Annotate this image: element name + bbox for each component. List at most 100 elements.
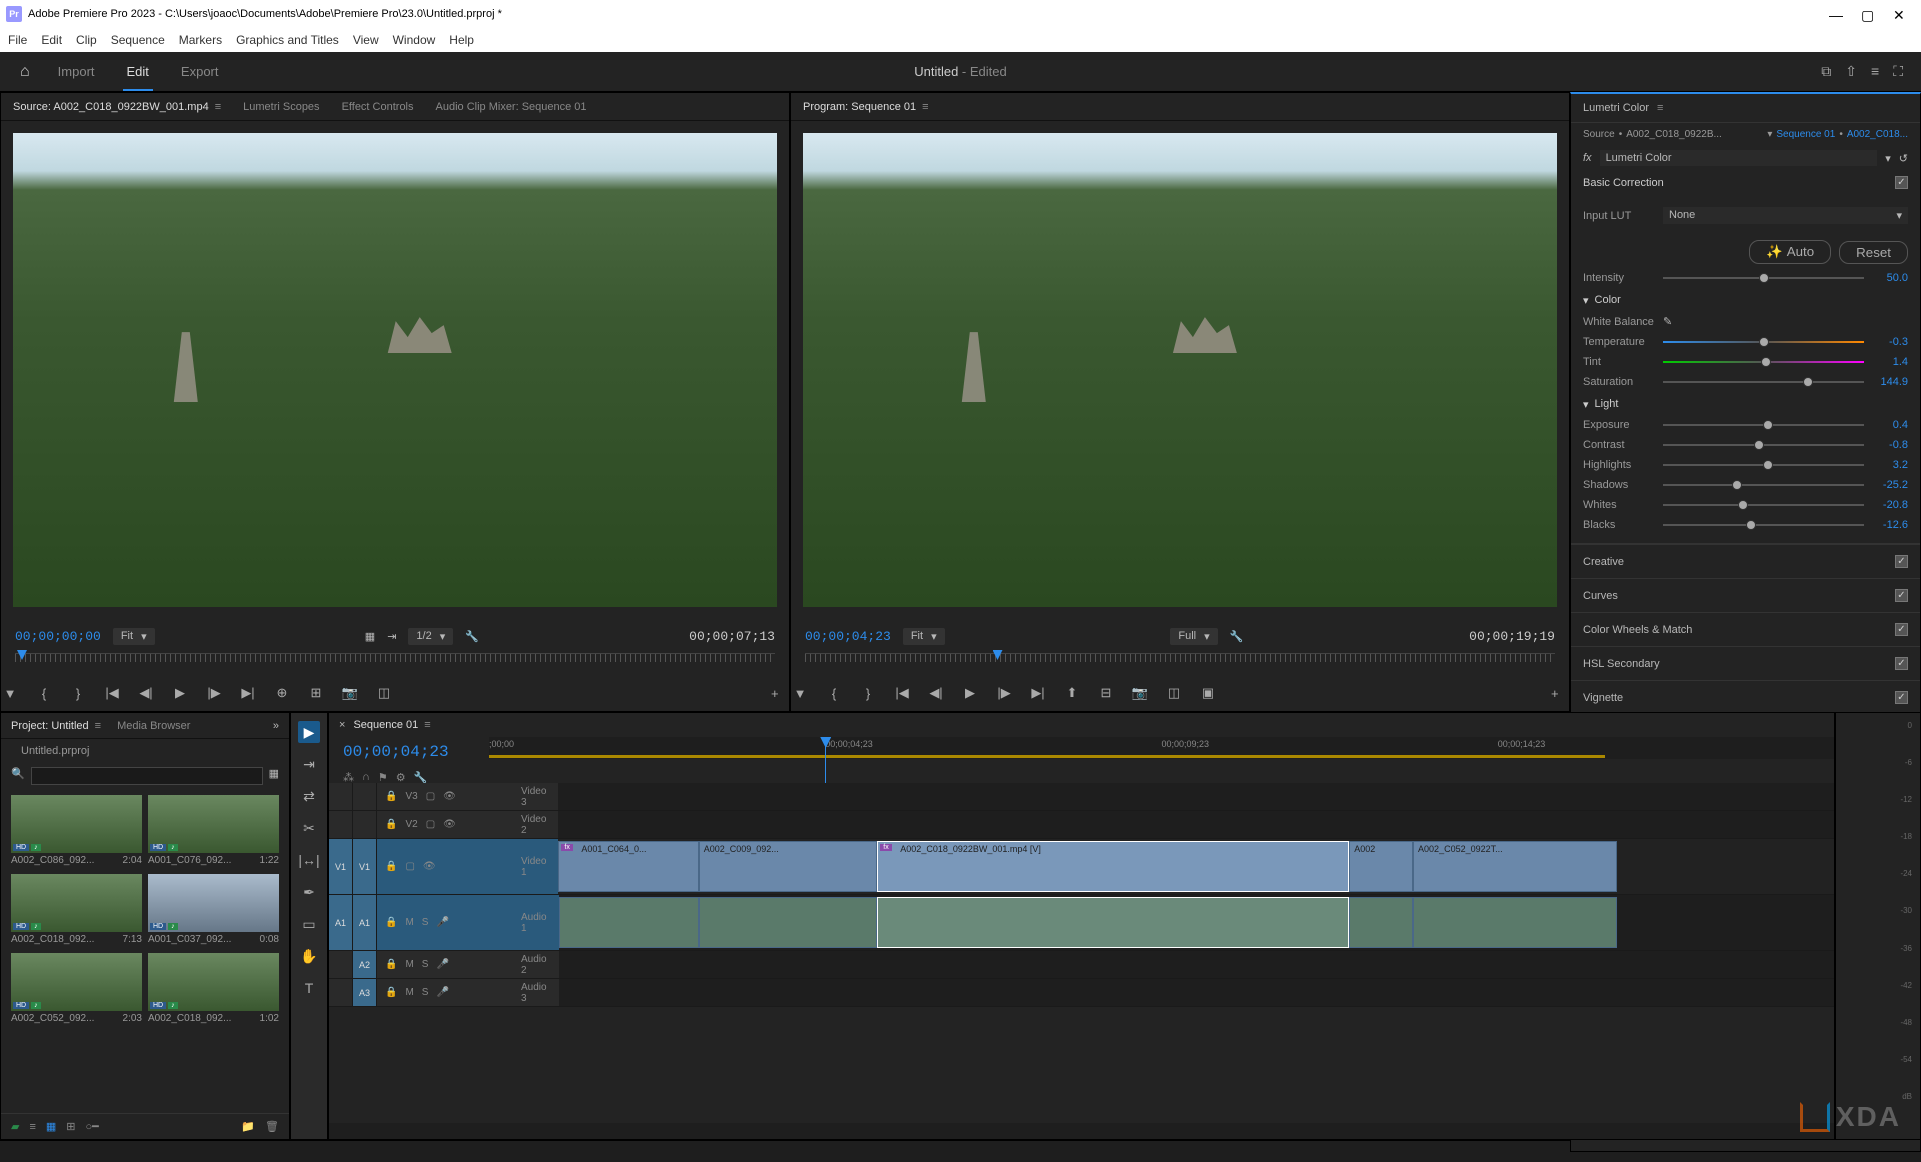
tab-source[interactable]: Source: A002_C018_0922BW_001.mp4 ≡ <box>13 101 221 113</box>
razor-tool-icon[interactable]: ✂ <box>298 817 320 839</box>
bin-name[interactable]: Untitled.prproj <box>1 739 289 763</box>
step-fwd-icon[interactable]: |▶ <box>205 685 223 701</box>
tab-sequence[interactable]: Sequence 01 ≡ <box>353 719 430 731</box>
project-clip[interactable]: HD♪A001_C037_092...0:08 <box>148 874 279 947</box>
lock-icon[interactable]: 🔒 <box>385 861 397 872</box>
tab-menu-icon[interactable]: ≡ <box>215 101 221 113</box>
lock-icon[interactable]: 🔒 <box>385 819 397 830</box>
export-frame-icon[interactable]: 📷 <box>1131 685 1149 701</box>
share-icon[interactable]: ⇧ <box>1845 63 1857 80</box>
out-icon[interactable]: } <box>859 686 877 701</box>
comparison-icon[interactable]: ◫ <box>1165 685 1183 701</box>
blacks-value[interactable]: -12.6 <box>1872 519 1908 531</box>
insert-icon[interactable]: ⇥ <box>387 630 396 643</box>
workspace-edit[interactable]: Edit <box>123 64 153 91</box>
settings-icon[interactable]: ▦ <box>365 630 375 643</box>
menu-markers[interactable]: Markers <box>179 33 222 47</box>
target-patch-v1[interactable]: V1 <box>353 839 377 894</box>
list-view-icon[interactable]: ≡ <box>29 1121 35 1133</box>
minimize-button[interactable]: — <box>1829 7 1843 21</box>
marker-icon[interactable]: ▼ <box>791 686 809 701</box>
project-clip[interactable]: HD♪A002_C018_092...7:13 <box>11 874 142 947</box>
play-icon[interactable]: ▶ <box>171 685 189 701</box>
project-clip[interactable]: HD♪A002_C018_092...1:02 <box>148 953 279 1026</box>
contrast-value[interactable]: -0.8 <box>1872 439 1908 451</box>
quick-export-icon[interactable]: ⧉ <box>1821 63 1831 80</box>
timeline-audio-clip[interactable] <box>699 897 878 948</box>
new-bin-icon[interactable]: 📁 <box>241 1120 255 1133</box>
insert-clip-icon[interactable]: ⊕ <box>273 685 291 701</box>
lock-icon[interactable]: 🔒 <box>385 987 397 998</box>
reset-button[interactable]: Reset <box>1839 241 1908 264</box>
track-select-tool-icon[interactable]: ⇥ <box>298 753 320 775</box>
export-frame-icon[interactable]: 📷 <box>341 685 359 701</box>
temperature-slider[interactable] <box>1663 341 1864 343</box>
shadows-value[interactable]: -25.2 <box>1872 479 1908 491</box>
mute-icon[interactable]: M <box>405 987 413 998</box>
lift-icon[interactable]: ⬆ <box>1063 685 1081 701</box>
source-res-dropdown[interactable]: 1/2▾ <box>408 628 453 645</box>
source-scrubber[interactable] <box>15 653 775 675</box>
basic-correction-toggle[interactable] <box>1895 176 1908 189</box>
solo-icon[interactable]: S <box>422 987 429 998</box>
exposure-slider[interactable] <box>1663 424 1864 426</box>
tab-audio-mixer[interactable]: Audio Clip Mixer: Sequence 01 <box>436 101 587 113</box>
lock-icon[interactable]: 🔒 <box>385 917 397 928</box>
menu-clip[interactable]: Clip <box>76 33 97 47</box>
fullscreen-icon[interactable]: ⛶ <box>1893 63 1903 80</box>
timeline-scrollbar[interactable] <box>329 1123 1834 1139</box>
home-icon[interactable]: ⌂ <box>20 63 30 81</box>
pen-tool-icon[interactable]: ✒ <box>298 881 320 903</box>
filter-icon[interactable]: ▦ <box>269 767 279 785</box>
trash-icon[interactable]: 🗑 <box>265 1120 279 1133</box>
source-viewer[interactable] <box>13 133 777 607</box>
zoom-slider[interactable]: ○━ <box>86 1120 99 1133</box>
tab-lumetri-scopes[interactable]: Lumetri Scopes <box>243 101 319 113</box>
icon-view-icon[interactable]: ▦ <box>46 1120 56 1133</box>
contrast-slider[interactable] <box>1663 444 1864 446</box>
blacks-slider[interactable] <box>1663 524 1864 526</box>
workspace-menu-icon[interactable]: ≡ <box>1871 63 1879 80</box>
input-lut-dropdown[interactable]: None▾ <box>1663 207 1908 224</box>
timeline-clip[interactable]: fxA002_C018_0922BW_001.mp4 [V] <box>877 841 1349 892</box>
section-hsl[interactable]: HSL Secondary <box>1571 646 1920 680</box>
eye-icon[interactable]: 👁 <box>443 791 456 802</box>
mute-icon[interactable]: M <box>405 917 413 928</box>
voice-icon[interactable]: 🎤 <box>436 987 448 998</box>
fx-badge-icon[interactable]: fx <box>1583 152 1592 164</box>
eye-icon[interactable]: 👁 <box>423 861 436 872</box>
menu-window[interactable]: Window <box>393 33 436 47</box>
lock-icon[interactable]: 🔒 <box>385 959 397 970</box>
voice-icon[interactable]: 🎤 <box>436 917 448 928</box>
source-patch-a1[interactable]: A1 <box>329 895 353 950</box>
panel-menu-icon[interactable]: ≡ <box>1657 102 1663 114</box>
panel-overflow-icon[interactable]: » <box>273 720 279 732</box>
goto-out-icon[interactable]: ▶| <box>239 685 257 701</box>
program-viewer[interactable] <box>803 133 1557 607</box>
type-tool-icon[interactable]: T <box>298 977 320 999</box>
play-icon[interactable]: ▶ <box>961 685 979 701</box>
overwrite-icon[interactable]: ⊞ <box>307 685 325 701</box>
clip-link[interactable]: A002_C018... <box>1847 129 1908 140</box>
workspace-export[interactable]: Export <box>177 64 223 79</box>
timeline-clip[interactable]: A002_C009_092... <box>699 841 878 892</box>
project-clip[interactable]: HD♪A001_C076_092...1:22 <box>148 795 279 868</box>
color-subheader[interactable]: ▾Color <box>1583 288 1908 311</box>
project-clip[interactable]: HD♪A002_C086_092...2:04 <box>11 795 142 868</box>
sat-value[interactable]: 144.9 <box>1872 376 1908 388</box>
tab-menu-icon[interactable]: ≡ <box>922 101 928 113</box>
solo-icon[interactable]: S <box>422 917 429 928</box>
comparison-icon[interactable]: ◫ <box>375 685 393 701</box>
program-scrubber[interactable] <box>805 653 1555 675</box>
program-fit-dropdown[interactable]: Fit▾ <box>903 628 945 645</box>
temp-value[interactable]: -0.3 <box>1872 336 1908 348</box>
hand-tool-icon[interactable]: ✋ <box>298 945 320 967</box>
goto-out-icon[interactable]: ▶| <box>1029 685 1047 701</box>
workspace-import[interactable]: Import <box>54 64 99 79</box>
lock-icon[interactable]: 🔒 <box>385 791 397 802</box>
target-patch-a3[interactable]: A3 <box>353 979 377 1006</box>
project-clip[interactable]: HD♪A002_C052_092...2:03 <box>11 953 142 1026</box>
intensity-slider[interactable] <box>1663 277 1864 279</box>
extract-icon[interactable]: ⊟ <box>1097 685 1115 701</box>
toggle-output-icon[interactable]: ▢ <box>426 819 435 830</box>
